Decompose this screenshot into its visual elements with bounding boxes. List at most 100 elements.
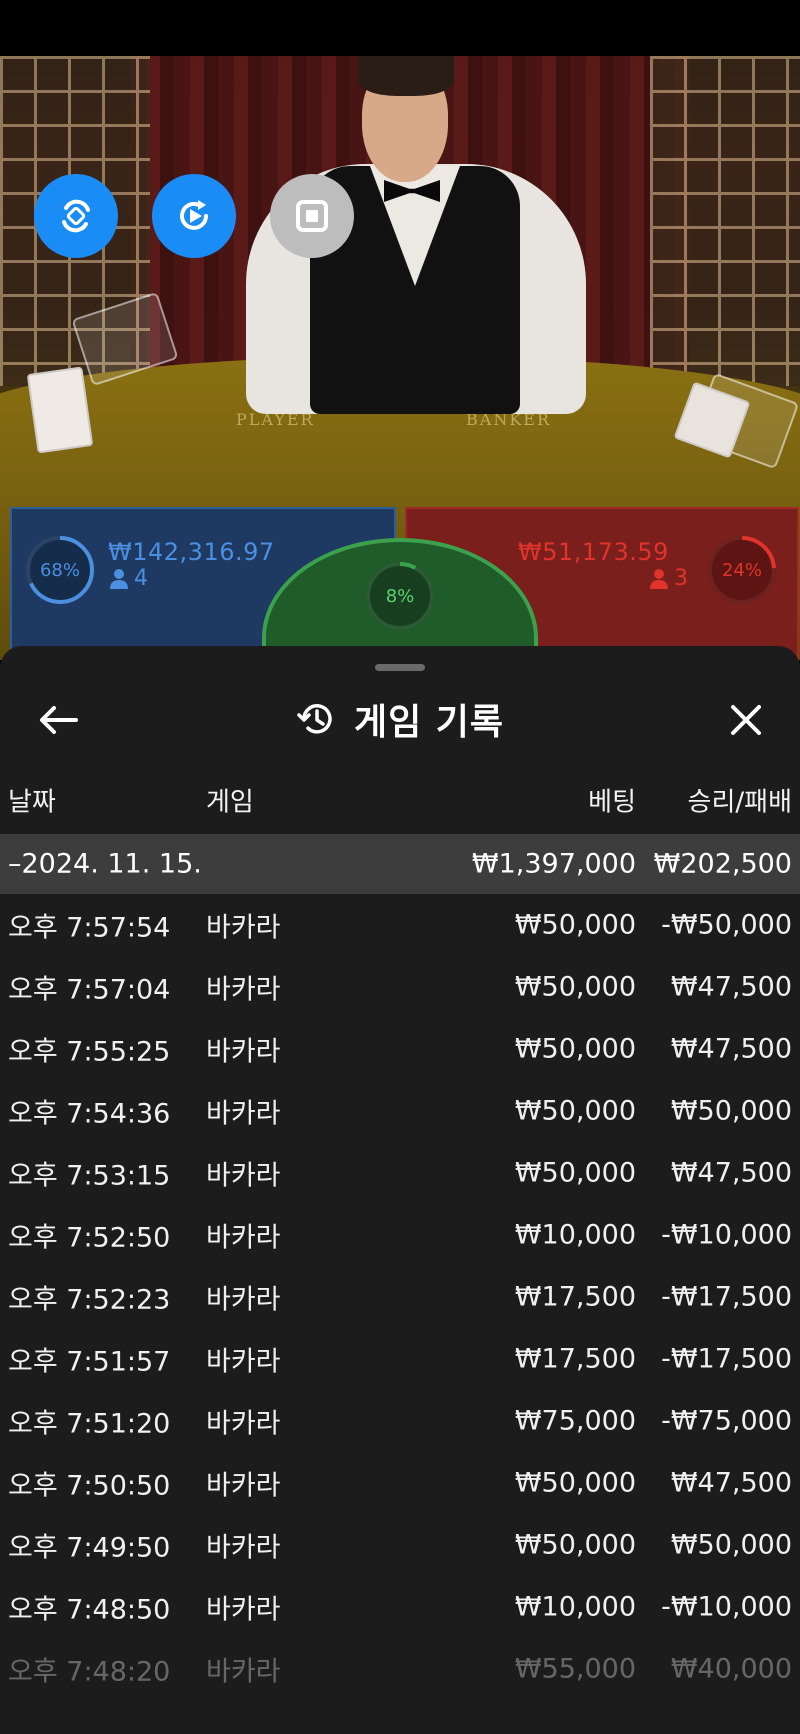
row-game: 바카라 (206, 974, 281, 1006)
column-bet[interactable]: 베팅 (588, 782, 636, 819)
day-group-date: –2024. 11. 15. (8, 848, 202, 880)
day-group-total-bet: ₩1,397,000 (471, 848, 636, 880)
row-win-loss: ₩50,000 (670, 1095, 792, 1127)
column-game[interactable]: 게임 (206, 782, 254, 819)
sheet-grabber[interactable] (375, 664, 425, 671)
row-time: 오후 7:52:50 (8, 1222, 171, 1254)
row-win-loss: -₩10,000 (661, 1591, 792, 1623)
row-time: 오후 7:54:36 (8, 1098, 171, 1130)
rotate-view-icon (62, 199, 90, 233)
row-game: 바카라 (206, 1222, 281, 1254)
player-percent: 68% (39, 559, 80, 581)
row-game: 바카라 (206, 1408, 281, 1440)
row-time: 오후 7:50:50 (8, 1470, 171, 1502)
row-bet: ₩50,000 (514, 1467, 636, 1499)
banker-player-count: 3 (650, 566, 688, 591)
tie-percent: 8% (385, 585, 415, 607)
row-bet: ₩50,000 (514, 1033, 636, 1065)
history-row[interactable]: 오후 7:54:36 바카라 ₩50,000 ₩50,000 (0, 1080, 800, 1142)
history-row[interactable]: 오후 7:50:50 바카라 ₩50,000 ₩47,500 (0, 1452, 800, 1514)
person-icon (650, 568, 668, 589)
replay-icon (180, 200, 208, 230)
row-win-loss: -₩17,500 (661, 1281, 792, 1313)
player-bet-amount: ₩142,316.97 (108, 538, 275, 566)
column-date[interactable]: 날짜 (8, 782, 56, 819)
tie-percent-ring: 8% (364, 560, 436, 632)
row-win-loss: -₩10,000 (661, 1219, 792, 1251)
row-time: 오후 7:51:20 (8, 1408, 171, 1440)
banker-count: 3 (674, 566, 688, 591)
row-time: 오후 7:51:57 (8, 1346, 171, 1378)
row-bet: ₩10,000 (514, 1591, 636, 1623)
banker-percent: 24% (721, 559, 762, 581)
row-bet: ₩55,000 (514, 1653, 636, 1685)
row-win-loss: -₩75,000 (661, 1405, 792, 1437)
history-row[interactable]: 오후 7:57:04 바카라 ₩50,000 ₩47,500 (0, 956, 800, 1018)
row-game: 바카라 (206, 1160, 281, 1192)
player-player-count: 4 (110, 566, 148, 591)
history-list: 오후 7:57:54 바카라 ₩50,000 -₩50,000 오후 7:57:04 바카… (0, 894, 800, 1700)
history-row[interactable]: 오후 7:48:50 바카라 ₩10,000 -₩10,000 (0, 1576, 800, 1638)
sheet-title: 게임 기록 (353, 702, 504, 743)
row-win-loss: ₩47,500 (670, 1033, 792, 1065)
banker-percent-ring: 24% (706, 534, 778, 606)
row-win-loss: -₩50,000 (661, 909, 792, 941)
row-time: 오후 7:55:25 (8, 1036, 171, 1068)
close-button[interactable] (722, 696, 770, 744)
history-row[interactable]: 오후 7:48:20 바카라 ₩55,000 ₩40,000 (0, 1638, 800, 1700)
row-time: 오후 7:52:23 (8, 1284, 171, 1316)
row-bet: ₩50,000 (514, 1157, 636, 1189)
row-win-loss: ₩47,500 (670, 971, 792, 1003)
row-game: 바카라 (206, 912, 281, 944)
row-bet: ₩50,000 (514, 909, 636, 941)
column-headers: 날짜 게임 베팅 승리/패배 (0, 772, 800, 828)
row-game: 바카라 (206, 1532, 281, 1564)
player-count: 4 (134, 566, 148, 591)
row-win-loss: ₩50,000 (670, 1529, 792, 1561)
close-icon (731, 705, 761, 735)
row-game: 바카라 (206, 1036, 281, 1068)
row-win-loss: ₩40,000 (670, 1653, 792, 1685)
status-bar (0, 0, 800, 56)
history-row[interactable]: 오후 7:51:20 바카라 ₩75,000 -₩75,000 (0, 1390, 800, 1452)
row-bet: ₩50,000 (514, 1095, 636, 1127)
row-time: 오후 7:48:50 (8, 1594, 171, 1626)
row-game: 바카라 (206, 1346, 281, 1378)
day-group-row[interactable]: –2024. 11. 15. ₩1,397,000 ₩202,500 (0, 834, 800, 894)
row-time: 오후 7:57:04 (8, 974, 171, 1006)
rotate-view-button[interactable] (34, 174, 118, 258)
row-bet: ₩17,500 (514, 1343, 636, 1375)
history-row[interactable]: 오후 7:52:23 바카라 ₩17,500 -₩17,500 (0, 1266, 800, 1328)
game-history-sheet: 게임 기록 날짜 게임 베팅 승리/패배 –2024. 11. 15. ₩1,3… (0, 646, 800, 1734)
history-row[interactable]: 오후 7:53:15 바카라 ₩50,000 ₩47,500 (0, 1142, 800, 1204)
row-bet: ₩17,500 (514, 1281, 636, 1313)
row-bet: ₩75,000 (514, 1405, 636, 1437)
column-win-loss[interactable]: 승리/패배 (688, 782, 792, 819)
person-icon (110, 568, 128, 589)
row-time: 오후 7:48:20 (8, 1656, 171, 1688)
replay-button[interactable] (152, 174, 236, 258)
row-game: 바카라 (206, 1470, 281, 1502)
row-time: 오후 7:53:15 (8, 1160, 171, 1192)
history-row[interactable]: 오후 7:51:57 바카라 ₩17,500 -₩17,500 (0, 1328, 800, 1390)
sheet-header: 게임 기록 (0, 682, 800, 756)
stop-button[interactable] (270, 174, 354, 258)
row-time: 오후 7:57:54 (8, 912, 171, 944)
history-row[interactable]: 오후 7:49:50 바카라 ₩50,000 ₩50,000 (0, 1514, 800, 1576)
banker-bet-amount: ₩51,173.59 (518, 538, 669, 566)
row-win-loss: ₩47,500 (670, 1157, 792, 1189)
player-percent-ring: 68% (24, 534, 96, 606)
row-game: 바카라 (206, 1656, 281, 1688)
stop-icon (296, 200, 328, 232)
lattice-screen-right (650, 56, 800, 386)
history-row[interactable]: 오후 7:57:54 바카라 ₩50,000 -₩50,000 (0, 894, 800, 956)
row-win-loss: ₩47,500 (670, 1467, 792, 1499)
history-row[interactable]: 오후 7:52:50 바카라 ₩10,000 -₩10,000 (0, 1204, 800, 1266)
history-row[interactable]: 오후 7:55:25 바카라 ₩50,000 ₩47,500 (0, 1018, 800, 1080)
row-bet: ₩50,000 (514, 1529, 636, 1561)
row-game: 바카라 (206, 1284, 281, 1316)
day-group-total-win-loss: ₩202,500 (653, 848, 792, 880)
row-game: 바카라 (206, 1098, 281, 1130)
history-icon (297, 704, 332, 734)
row-time: 오후 7:49:50 (8, 1532, 171, 1564)
